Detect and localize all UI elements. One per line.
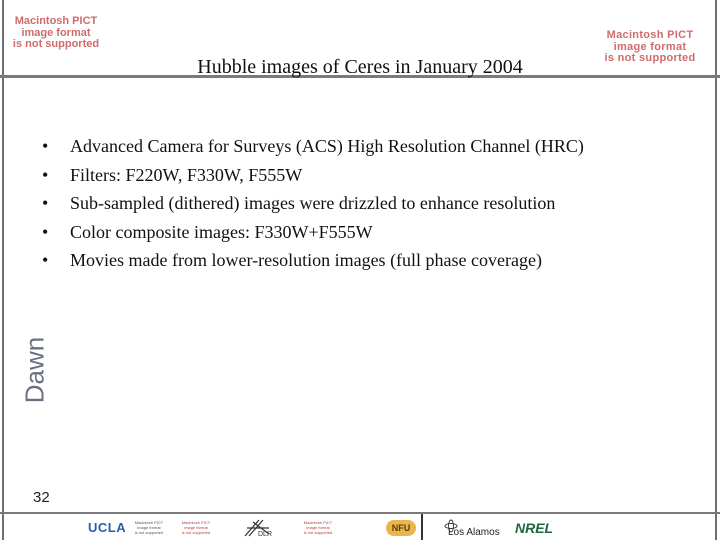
mission-label: Dawn [20, 330, 50, 410]
bullet-text: Sub-sampled (dithered) images were drizz… [70, 193, 556, 213]
bullet-list: • Advanced Camera for Surveys (ACS) High … [42, 132, 702, 275]
bullet-item: • Sub-sampled (dithered) images were driz… [42, 189, 702, 218]
bullet-marker: • [42, 193, 49, 213]
tiny-pict-placeholder: Macintosh PICT image format is not suppo… [296, 520, 340, 535]
pict-placeholder-right: Macintosh PICT image format is not suppo… [590, 29, 710, 65]
bullet-marker: • [42, 164, 49, 185]
frame-right-border [715, 0, 717, 540]
dlr-logo-text: DLR [258, 531, 273, 538]
tiny-line: is not supported [303, 530, 333, 535]
bullet-item: • Filters: F220W, F330W, F555W [42, 161, 702, 190]
bullet-text: Color composite images: F330W+F555W [70, 221, 373, 242]
tiny-line: is not supported [181, 530, 211, 535]
nfu-logo: NFU [386, 520, 416, 536]
bullet-item: • Movies made from lower-resolution image… [42, 246, 702, 275]
mission-label-text: Dawn [19, 336, 50, 404]
pict-line: is not supported [604, 52, 696, 65]
bullet-marker: • [42, 136, 49, 156]
bullet-marker: • [42, 221, 49, 242]
tiny-pict-placeholder: Macintosh PICT image format is not suppo… [172, 520, 220, 535]
pict-line: Macintosh PICT [14, 15, 98, 27]
bullet-text: Movies made from lower-resolution images… [70, 250, 542, 270]
bullet-marker: • [42, 250, 49, 270]
footer-divider [0, 512, 720, 514]
slide-title: Hubble images of Ceres in January 2004 [197, 56, 523, 78]
nrel-logo: NREL [515, 520, 554, 536]
pict-line: is not supported [12, 38, 100, 51]
page-number: 32 [33, 489, 50, 506]
los-alamos-logo: Los Alamos [448, 527, 500, 538]
pict-line: Macintosh PICT [606, 29, 694, 41]
bullet-item: • Advanced Camera for Surveys (ACS) High … [42, 132, 702, 161]
bullet-text: Filters: F220W, F330W, F555W [70, 164, 303, 185]
tiny-logo-text: Macintosh PICT image format is not suppo… [132, 520, 166, 535]
bullet-text: Advanced Camera for Surveys (ACS) High R… [70, 136, 584, 156]
frame-left-border [2, 0, 4, 540]
tiny-line: is not supported [134, 530, 164, 535]
ucla-logo: UCLA [88, 520, 127, 535]
footer-separator [421, 514, 423, 540]
pict-placeholder-left: Macintosh PICT image format is not suppo… [6, 15, 106, 51]
bullet-item: • Color composite images: F330W+F555W [42, 218, 702, 247]
